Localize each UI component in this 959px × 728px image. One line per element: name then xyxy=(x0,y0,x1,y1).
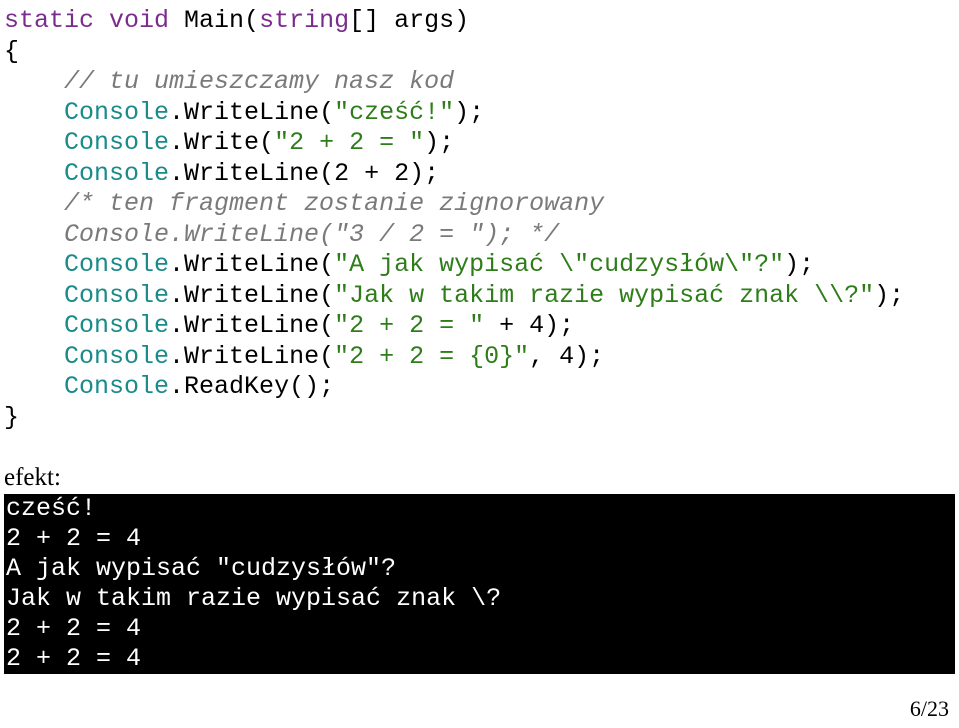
string-literal: "Jak w takim razie wypisać znak \\?" xyxy=(334,281,874,310)
class-console: Console xyxy=(64,311,169,340)
comment-block: /* ten fragment zostanie zignorowany xyxy=(64,189,604,218)
indent xyxy=(4,372,64,401)
indent xyxy=(4,311,64,340)
method-call: .WriteLine( xyxy=(169,281,334,310)
method-call: .WriteLine( xyxy=(169,98,334,127)
comment-block: Console.WriteLine("3 / 2 = "); */ xyxy=(64,220,559,249)
indent xyxy=(4,189,64,218)
class-console: Console xyxy=(64,342,169,371)
kw-string: string xyxy=(259,6,349,35)
class-console: Console xyxy=(64,372,169,401)
call-end: ); xyxy=(784,250,814,279)
indent xyxy=(4,342,64,371)
call-end: ); xyxy=(874,281,904,310)
indent xyxy=(4,220,64,249)
effect-label: efekt: xyxy=(4,463,955,494)
indent xyxy=(4,281,64,310)
code-block: static void Main(string[] args) { // tu … xyxy=(4,6,955,433)
string-literal: "2 + 2 = {0}" xyxy=(334,342,529,371)
call-end: + 4); xyxy=(484,311,574,340)
method-call: .Write( xyxy=(169,128,274,157)
indent xyxy=(4,128,64,157)
string-literal: "2 + 2 = " xyxy=(274,128,424,157)
method-call: .WriteLine(2 + 2); xyxy=(169,159,439,188)
string-literal: "cześć!" xyxy=(334,98,454,127)
string-literal: "A jak wypisać \"cudzysłów\"?" xyxy=(334,250,784,279)
indent xyxy=(4,250,64,279)
page-number: 6/23 xyxy=(4,696,955,723)
params: [] args) xyxy=(349,6,469,35)
indent xyxy=(4,98,64,127)
console-output: cześć! 2 + 2 = 4 A jak wypisać "cudzysłó… xyxy=(4,494,955,674)
string-literal: "2 + 2 = " xyxy=(334,311,484,340)
call-end: , 4); xyxy=(529,342,604,371)
class-console: Console xyxy=(64,250,169,279)
kw-static: static xyxy=(4,6,94,35)
call-end: ); xyxy=(454,98,484,127)
class-console: Console xyxy=(64,159,169,188)
call-end: ); xyxy=(424,128,454,157)
brace-close: } xyxy=(4,403,19,432)
method-name: Main( xyxy=(169,6,259,35)
brace-open: { xyxy=(4,37,19,66)
kw-void: void xyxy=(109,6,169,35)
method-call: .WriteLine( xyxy=(169,250,334,279)
class-console: Console xyxy=(64,98,169,127)
method-call: .ReadKey(); xyxy=(169,372,334,401)
comment-line: // tu umieszczamy nasz kod xyxy=(64,67,454,96)
method-call: .WriteLine( xyxy=(169,311,334,340)
class-console: Console xyxy=(64,281,169,310)
class-console: Console xyxy=(64,128,169,157)
method-call: .WriteLine( xyxy=(169,342,334,371)
indent xyxy=(4,67,64,96)
indent xyxy=(4,159,64,188)
